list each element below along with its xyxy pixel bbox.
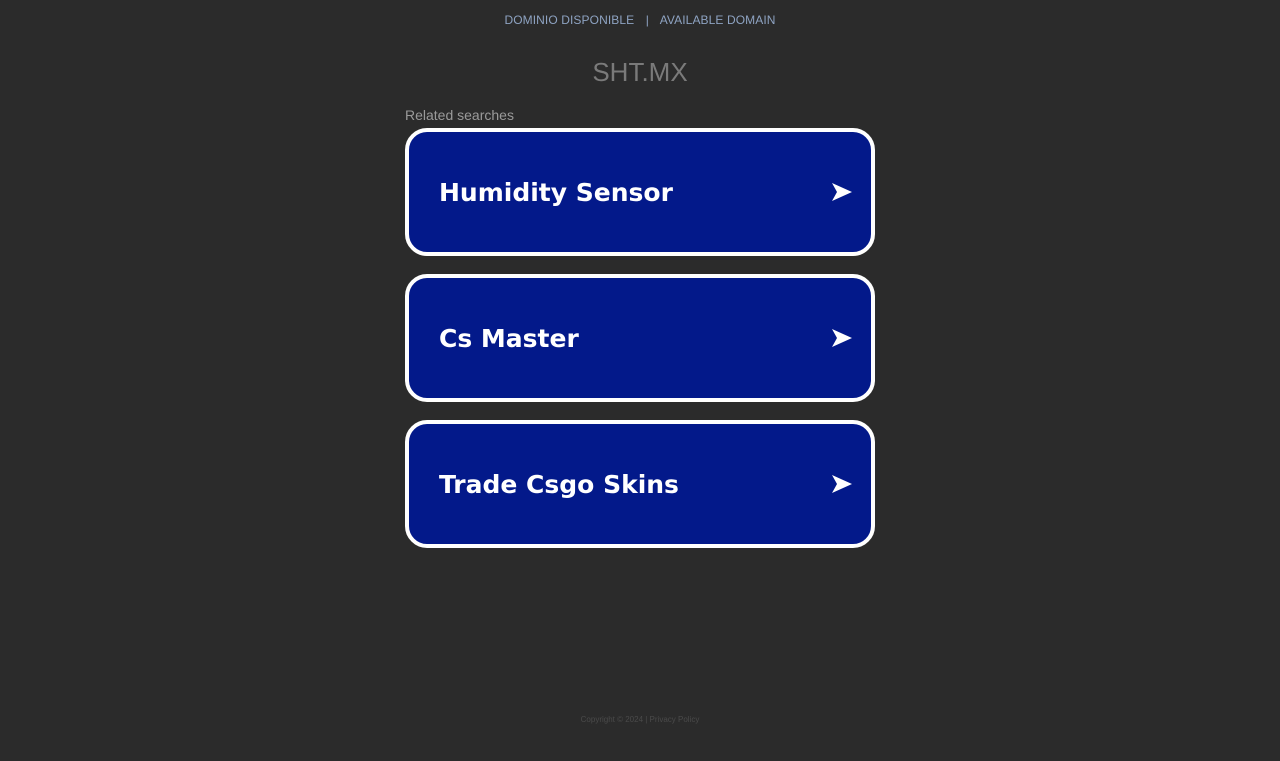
dominio-disponible-link[interactable]: DOMINIO DISPONIBLE: [504, 13, 634, 27]
related-search-label: Cs Master: [439, 323, 579, 353]
topbar-separator: |: [645, 13, 649, 27]
available-domain-link[interactable]: AVAILABLE DOMAIN: [660, 13, 776, 27]
related-search-label: Humidity Sensor: [439, 177, 673, 207]
related-search-cs-master[interactable]: Cs Master: [405, 274, 875, 402]
arrow-right-icon: [832, 475, 852, 493]
domain-title: SHT.MX: [592, 57, 688, 87]
top-bar: DOMINIO DISPONIBLE | AVAILABLE DOMAIN: [0, 13, 1280, 27]
footer-text: Copyright © 2024 | Privacy Policy: [580, 715, 700, 724]
related-search-humidity-sensor[interactable]: Humidity Sensor: [405, 128, 875, 256]
related-search-label: Trade Csgo Skins: [439, 469, 679, 499]
related-search-trade-csgo-skins[interactable]: Trade Csgo Skins: [405, 420, 875, 548]
arrow-right-icon: [832, 183, 852, 201]
related-searches-list: Humidity Sensor Cs Master Trade Csgo Ski…: [405, 128, 875, 566]
related-searches-label: Related searches: [405, 107, 514, 123]
arrow-right-icon: [832, 329, 852, 347]
